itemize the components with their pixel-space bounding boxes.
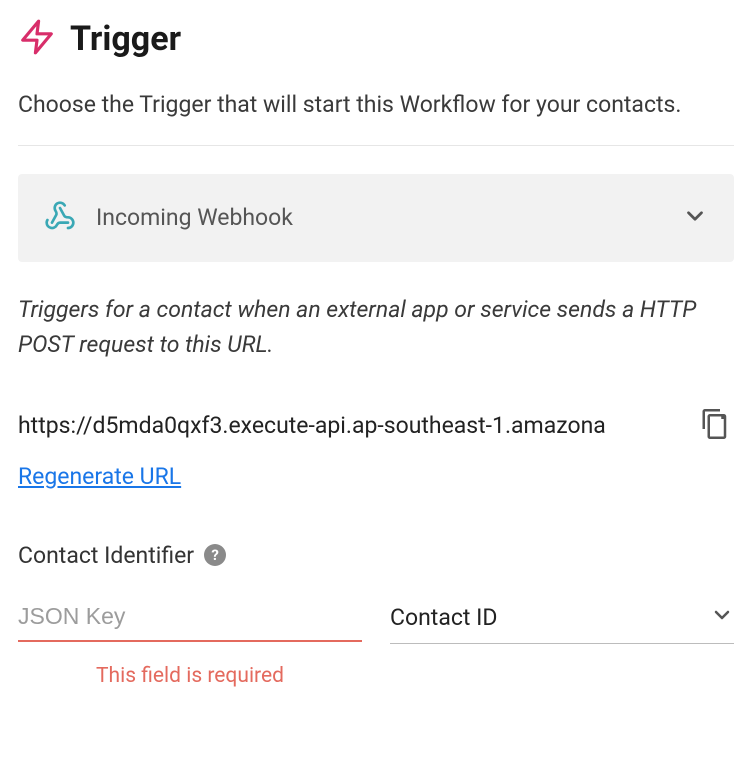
webhook-url: https://d5mda0qxf3.execute-api.ap-southe… xyxy=(18,412,688,439)
json-key-field-container: This field is required xyxy=(18,597,362,688)
regenerate-url-link[interactable]: Regenerate URL xyxy=(18,463,181,490)
trigger-icon xyxy=(18,18,56,60)
page-title: Trigger xyxy=(70,19,181,59)
contact-identifier-label-row: Contact Identifier ? xyxy=(18,542,734,569)
json-key-input[interactable] xyxy=(18,597,362,642)
divider xyxy=(18,145,734,146)
webhook-icon xyxy=(44,200,76,236)
trigger-type-label: Incoming Webhook xyxy=(96,204,293,231)
trigger-description: Triggers for a contact when an external … xyxy=(18,292,734,363)
trigger-type-select[interactable]: Incoming Webhook xyxy=(18,174,734,262)
id-type-value: Contact ID xyxy=(390,604,497,631)
json-key-error: This field is required xyxy=(18,664,362,688)
webhook-url-row: https://d5mda0qxf3.execute-api.ap-southe… xyxy=(18,403,734,449)
id-type-select[interactable]: Contact ID xyxy=(390,597,734,644)
help-icon[interactable]: ? xyxy=(204,544,226,566)
copy-icon xyxy=(700,426,730,445)
contact-identifier-label: Contact Identifier xyxy=(18,542,194,569)
copy-url-button[interactable] xyxy=(696,403,734,449)
page-subtitle: Choose the Trigger that will start this … xyxy=(18,88,734,123)
chevron-down-icon xyxy=(710,603,734,633)
chevron-down-icon xyxy=(682,203,708,233)
page-header: Trigger xyxy=(18,18,734,60)
id-type-field-container: Contact ID xyxy=(390,597,734,688)
